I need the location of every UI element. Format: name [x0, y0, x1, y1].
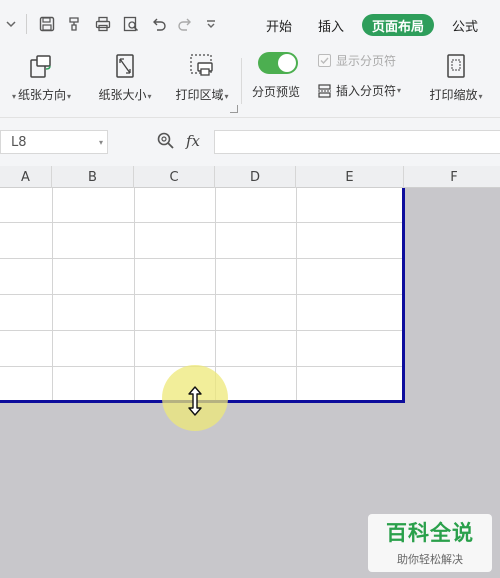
watermark-title: 百科全说 — [386, 521, 474, 545]
print-scaling-icon — [442, 52, 470, 80]
chevron-down-icon[interactable]: ▾ — [99, 138, 103, 147]
page-break-preview-toggle[interactable] — [258, 52, 298, 74]
undo-icon[interactable] — [148, 12, 170, 36]
grid-line — [0, 222, 403, 223]
print-icon[interactable] — [92, 12, 114, 36]
grid-line — [0, 294, 403, 295]
vertical-resize-cursor-icon — [185, 386, 205, 416]
formula-input[interactable] — [214, 130, 500, 154]
print-area-label: 打印区域 — [175, 88, 224, 102]
chevron-down-icon[interactable] — [2, 12, 20, 36]
print-preview-icon[interactable] — [120, 12, 142, 36]
toolbar-divider — [26, 14, 27, 34]
orientation-button[interactable]: ▾ 纸张方向▾ — [4, 52, 78, 103]
watermark-logo: 百科全说 助你轻松解决 — [368, 514, 492, 572]
print-scaling-label: 打印缩放 — [429, 88, 478, 102]
grid-line — [0, 258, 403, 259]
paper-size-icon — [111, 52, 139, 80]
quick-access-toolbar: 开始 插入 页面布局 公式 — [0, 0, 500, 48]
tab-page-layout[interactable]: 页面布局 — [362, 14, 434, 36]
page-break-preview-label[interactable]: 分页预览 — [252, 83, 300, 100]
checkbox-icon — [318, 54, 331, 67]
column-header-e[interactable]: E — [296, 166, 404, 188]
show-page-breaks-checkbox[interactable]: 显示分页符 — [318, 52, 396, 69]
ribbon-group-launcher-icon[interactable] — [230, 105, 238, 113]
print-area-icon — [188, 52, 216, 80]
save-icon[interactable] — [36, 12, 58, 36]
orientation-label: 纸张方向 — [17, 88, 66, 102]
show-page-breaks-label: 显示分页符 — [336, 54, 397, 68]
column-header-f[interactable]: F — [404, 166, 500, 188]
tab-formulas[interactable]: 公式 — [448, 14, 482, 36]
toggle-knob — [278, 54, 296, 72]
fx-icon[interactable]: fx — [186, 132, 200, 150]
column-header-d[interactable]: D — [215, 166, 296, 188]
page-orientation-icon — [27, 52, 55, 80]
zoom-search-icon[interactable] — [156, 131, 176, 151]
column-header-row: A B C D E F — [0, 166, 500, 188]
print-area-button[interactable]: 打印区域▾ — [166, 52, 238, 103]
tab-insert[interactable]: 插入 — [314, 14, 348, 36]
paper-size-label: 纸张大小 — [98, 88, 147, 102]
name-box-value: L8 — [11, 134, 27, 150]
redo-icon[interactable] — [174, 12, 196, 36]
watermark-subtitle: 助你轻松解决 — [397, 553, 463, 566]
column-header-a[interactable]: A — [0, 166, 52, 188]
customize-icon[interactable] — [202, 12, 220, 36]
column-header-b[interactable]: B — [52, 166, 134, 188]
column-header-c[interactable]: C — [134, 166, 215, 188]
insert-page-break-button[interactable]: 插入分页符 ▾ — [318, 82, 401, 99]
paper-size-button[interactable]: 纸张大小▾ — [90, 52, 160, 103]
ribbon-divider — [241, 58, 242, 104]
insert-page-break-icon — [318, 83, 331, 98]
grid-line — [0, 330, 403, 331]
tab-home[interactable]: 开始 — [262, 14, 296, 36]
name-box[interactable]: L8 ▾ — [0, 130, 108, 154]
print-scaling-button[interactable]: 打印缩放▾ — [420, 52, 492, 103]
formula-bar: L8 ▾ fx — [0, 118, 500, 166]
page-break-border-right[interactable] — [402, 188, 405, 403]
format-painter-icon[interactable] — [64, 12, 86, 36]
insert-page-break-label: 插入分页符 — [336, 84, 397, 98]
